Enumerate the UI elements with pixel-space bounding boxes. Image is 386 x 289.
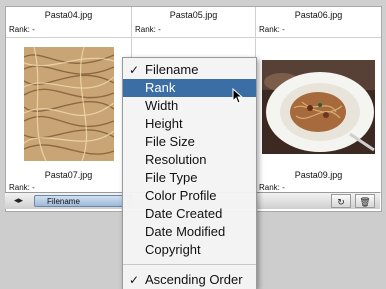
checkmark-icon: ✓ [129,273,140,287]
menu-item-color-profile[interactable]: Color Profile [123,187,256,205]
menu-item-copyright[interactable]: Copyright [123,241,256,259]
thumbnail-cell[interactable]: Pasta05.jpg Rank: - [132,7,256,38]
pasta-photo-thumbnail[interactable] [24,47,114,161]
thumbnail-filename: Pasta05.jpg [169,10,218,20]
menu-item-file-type[interactable]: File Type [123,169,256,187]
thumbnail-cell[interactable]: Pasta06.jpg Rank: - [256,7,381,38]
thumbnail-filename: Pasta07.jpg [44,170,93,180]
rank-text: Rank: - [259,183,285,192]
rotate-icon[interactable]: ↻ [331,194,351,208]
menu-separator [123,264,256,265]
trash-icon[interactable]: 🗑 [355,194,375,208]
thumbnail-cell[interactable]: Pasta09.jpg Rank: - [256,38,381,193]
menu-item-resolution[interactable]: Resolution [123,151,256,169]
thumbnail-filename: Pasta06.jpg [294,10,343,20]
mouse-pointer-icon [232,88,244,104]
menu-item-ascending-order[interactable]: ✓ Ascending Order [123,271,256,289]
rank-text: Rank: - [259,25,285,34]
rank-text: Rank: - [9,183,35,192]
menu-item-date-modified[interactable]: Date Modified [123,223,256,241]
rank-text: Rank: - [135,25,161,34]
thumbnail-filename: Pasta04.jpg [44,10,93,20]
left-right-arrow-icon[interactable]: ◂▸ [14,195,23,206]
thumbnail-filename: Pasta09.jpg [294,170,343,180]
sort-by-label: Filename [47,197,80,206]
thumbnail-cell[interactable]: Pasta04.jpg Rank: - [6,7,132,38]
sort-by-popup-button[interactable]: Filename [34,195,132,207]
pasta-plate-thumbnail[interactable] [262,60,375,154]
checkmark-icon: ✓ [129,63,140,77]
menu-item-file-size[interactable]: File Size [123,133,256,151]
rank-text: Rank: - [9,25,35,34]
menu-item-date-created[interactable]: Date Created [123,205,256,223]
menu-item-filename[interactable]: ✓ Filename [123,61,256,79]
menu-item-height[interactable]: Height [123,115,256,133]
thumbnail-cell[interactable]: Pasta07.jpg Rank: - [6,38,132,193]
